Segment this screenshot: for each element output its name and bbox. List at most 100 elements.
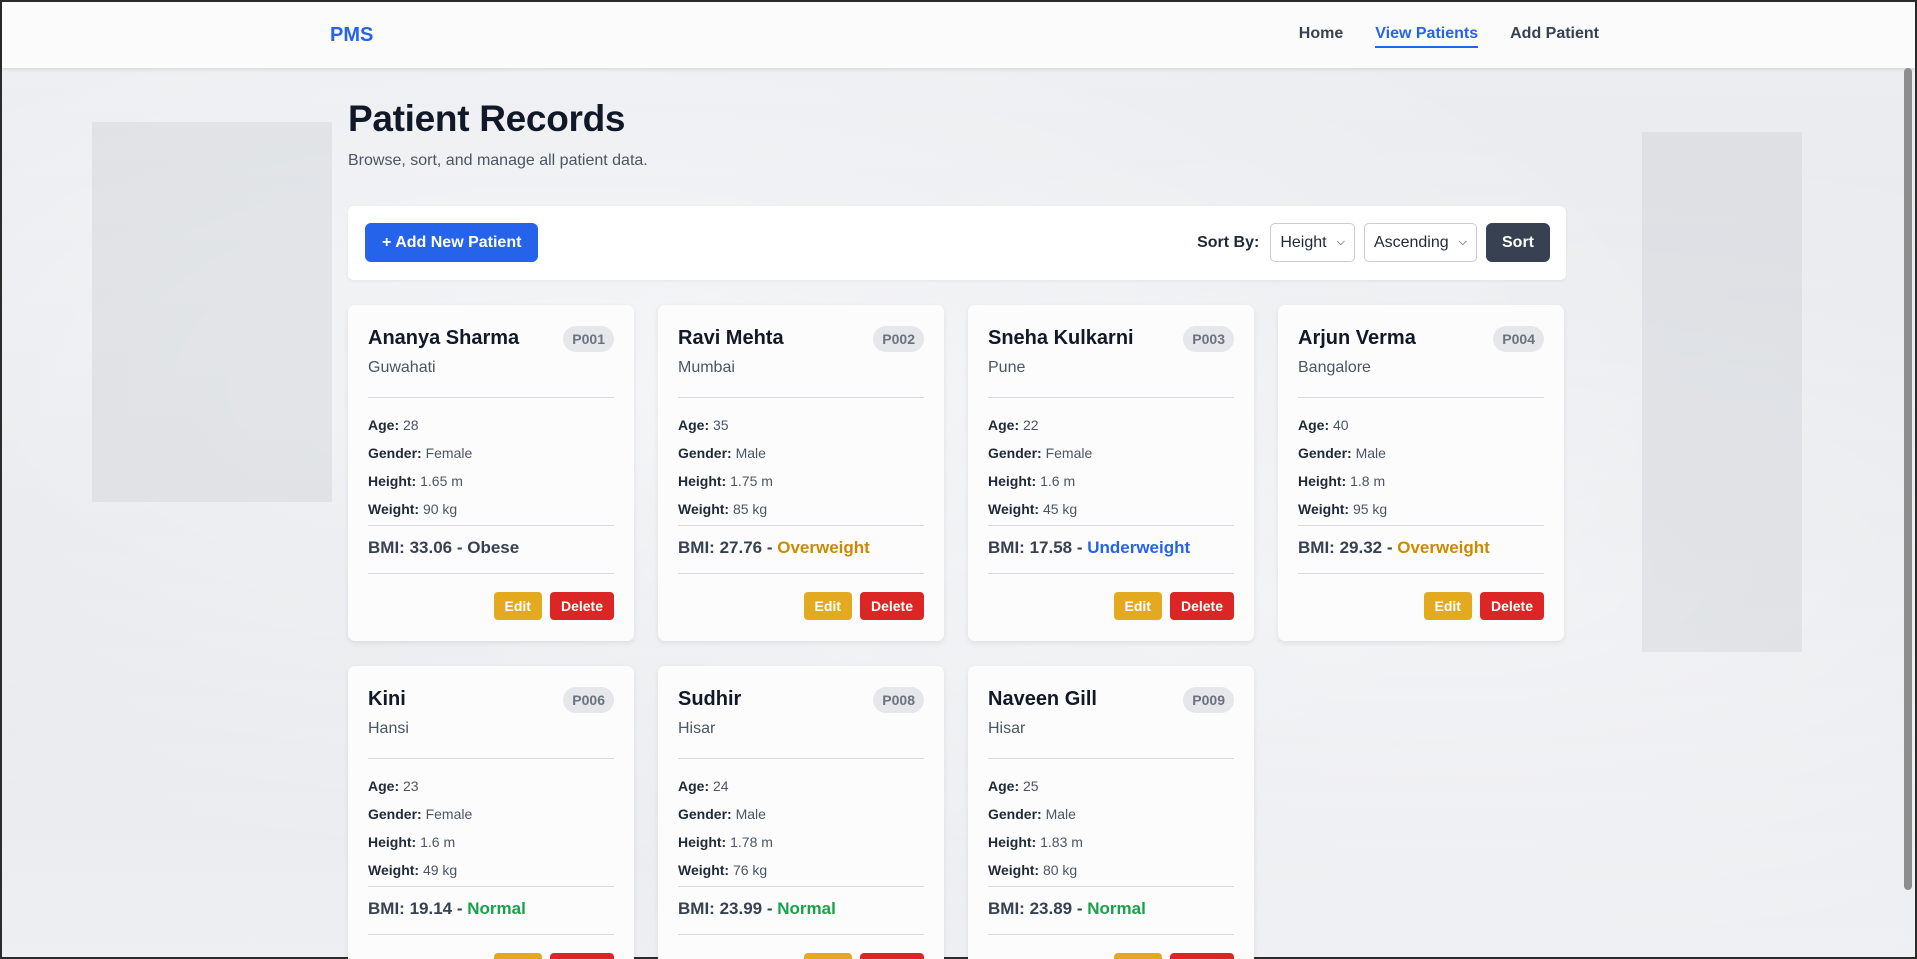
divider xyxy=(988,934,1234,935)
height-value: 1.83 m xyxy=(1040,834,1083,850)
card-actions: Edit Delete xyxy=(1113,953,1234,959)
delete-button[interactable]: Delete xyxy=(549,592,614,620)
divider xyxy=(368,397,614,398)
bmi-line: BMI: 17.58 - Underweight xyxy=(988,538,1191,557)
patient-city: Hansi xyxy=(368,720,409,737)
sort-by-label: Sort By: xyxy=(1197,233,1260,251)
height-value: 1.78 m xyxy=(730,834,773,850)
bmi-category: Normal xyxy=(777,899,836,918)
delete-button[interactable]: Delete xyxy=(1479,592,1544,620)
age-field: Age: 24 xyxy=(678,778,729,794)
sort-order-select[interactable]: Ascending ⌵ xyxy=(1363,223,1477,262)
scrollbar[interactable] xyxy=(1903,68,1913,957)
height-field: Height: 1.75 m xyxy=(678,473,773,489)
bmi-value: 33.06 xyxy=(409,538,453,557)
patient-id-badge: P009 xyxy=(1183,687,1234,713)
age-value: 24 xyxy=(713,778,729,794)
gender-field: Gender: Male xyxy=(678,445,766,461)
patient-city: Bangalore xyxy=(1298,359,1371,376)
delete-button[interactable]: Delete xyxy=(1169,592,1234,620)
patient-card: Arjun Verma P004 Bangalore Age: 40 Gende… xyxy=(1278,305,1564,641)
chevron-down-icon: ⌵ xyxy=(1336,236,1345,248)
bmi-category: Underweight xyxy=(1087,538,1191,557)
weight-value: 45 kg xyxy=(1042,501,1078,517)
edit-button[interactable]: Edit xyxy=(1113,592,1162,620)
sort-order-value: Ascending xyxy=(1373,233,1449,251)
divider xyxy=(988,886,1234,887)
card-actions: Edit Delete xyxy=(493,953,614,959)
divider xyxy=(368,573,614,574)
edit-button[interactable]: Edit xyxy=(493,953,542,959)
height-field: Height: 1.78 m xyxy=(678,834,773,850)
edit-button[interactable]: Edit xyxy=(803,592,852,620)
age-label: Age: xyxy=(368,778,400,794)
delete-button[interactable]: Delete xyxy=(859,592,924,620)
sort-field-select[interactable]: Height ⌵ xyxy=(1270,223,1355,262)
weight-value: 95 kg xyxy=(1352,501,1388,517)
bmi-value: 19.14 xyxy=(409,899,453,918)
weight-label: Weight: xyxy=(678,501,730,517)
nav-link-add-patient[interactable]: Add Patient xyxy=(1510,25,1599,48)
divider xyxy=(368,886,614,887)
height-value: 1.6 m xyxy=(1040,473,1076,489)
brand-logo[interactable]: PMS xyxy=(330,24,373,47)
bmi-category: Obese xyxy=(467,538,520,557)
height-value: 1.6 m xyxy=(420,834,456,850)
bmi-label: BMI: xyxy=(1298,538,1335,557)
add-new-patient-button[interactable]: + Add New Patient xyxy=(365,223,539,262)
gender-field: Gender: Male xyxy=(988,806,1076,822)
scrollbar-thumb[interactable] xyxy=(1904,68,1912,890)
divider xyxy=(678,934,924,935)
bmi-line: BMI: 19.14 - Normal xyxy=(368,899,526,918)
weight-label: Weight: xyxy=(678,862,730,878)
divider xyxy=(368,758,614,759)
bmi-label: BMI: xyxy=(988,899,1025,918)
nav-link-view-patients[interactable]: View Patients xyxy=(1375,25,1479,48)
patient-id-badge: P002 xyxy=(873,326,924,352)
divider xyxy=(988,525,1234,526)
gender-value: Male xyxy=(1355,445,1386,461)
delete-button[interactable]: Delete xyxy=(1169,953,1234,959)
gender-value: Male xyxy=(735,445,766,461)
bmi-category: Normal xyxy=(1087,899,1146,918)
patient-id-badge: P004 xyxy=(1493,326,1544,352)
gender-value: Female xyxy=(1045,445,1093,461)
delete-button[interactable]: Delete xyxy=(549,953,614,959)
weight-field: Weight: 76 kg xyxy=(678,862,767,878)
gender-field: Gender: Male xyxy=(1298,445,1386,461)
age-value: 25 xyxy=(1023,778,1039,794)
patient-id-badge: P001 xyxy=(563,326,614,352)
edit-button[interactable]: Edit xyxy=(1113,953,1162,959)
bmi-value: 27.76 xyxy=(719,538,763,557)
bmi-label: BMI: xyxy=(988,538,1025,557)
edit-button[interactable]: Edit xyxy=(1423,592,1472,620)
patient-name: Sudhir xyxy=(678,688,742,710)
delete-button[interactable]: Delete xyxy=(859,953,924,959)
divider xyxy=(988,573,1234,574)
age-label: Age: xyxy=(1298,417,1330,433)
weight-value: 49 kg xyxy=(422,862,458,878)
divider xyxy=(988,758,1234,759)
gender-value: Female xyxy=(425,806,473,822)
weight-value: 76 kg xyxy=(732,862,768,878)
age-value: 28 xyxy=(403,417,419,433)
patient-name: Ananya Sharma xyxy=(368,327,520,349)
gender-field: Gender: Female xyxy=(988,445,1092,461)
nav-link-home[interactable]: Home xyxy=(1299,25,1343,48)
card-actions: Edit Delete xyxy=(803,592,924,620)
sort-controls: Sort By: Height ⌵ Ascending ⌵ Sort xyxy=(1197,223,1550,262)
patient-name: Arjun Verma xyxy=(1298,327,1416,349)
divider xyxy=(678,886,924,887)
edit-button[interactable]: Edit xyxy=(803,953,852,959)
bmi-category: Normal xyxy=(467,899,526,918)
patient-name: Naveen Gill xyxy=(988,688,1097,710)
gender-label: Gender: xyxy=(678,806,732,822)
bmi-label: BMI: xyxy=(368,899,405,918)
card-actions: Edit Delete xyxy=(493,592,614,620)
edit-button[interactable]: Edit xyxy=(493,592,542,620)
height-label: Height: xyxy=(1298,473,1347,489)
patient-city: Guwahati xyxy=(368,359,436,376)
patient-city: Hisar xyxy=(988,720,1026,737)
age-field: Age: 22 xyxy=(988,417,1039,433)
sort-button[interactable]: Sort xyxy=(1486,223,1550,262)
